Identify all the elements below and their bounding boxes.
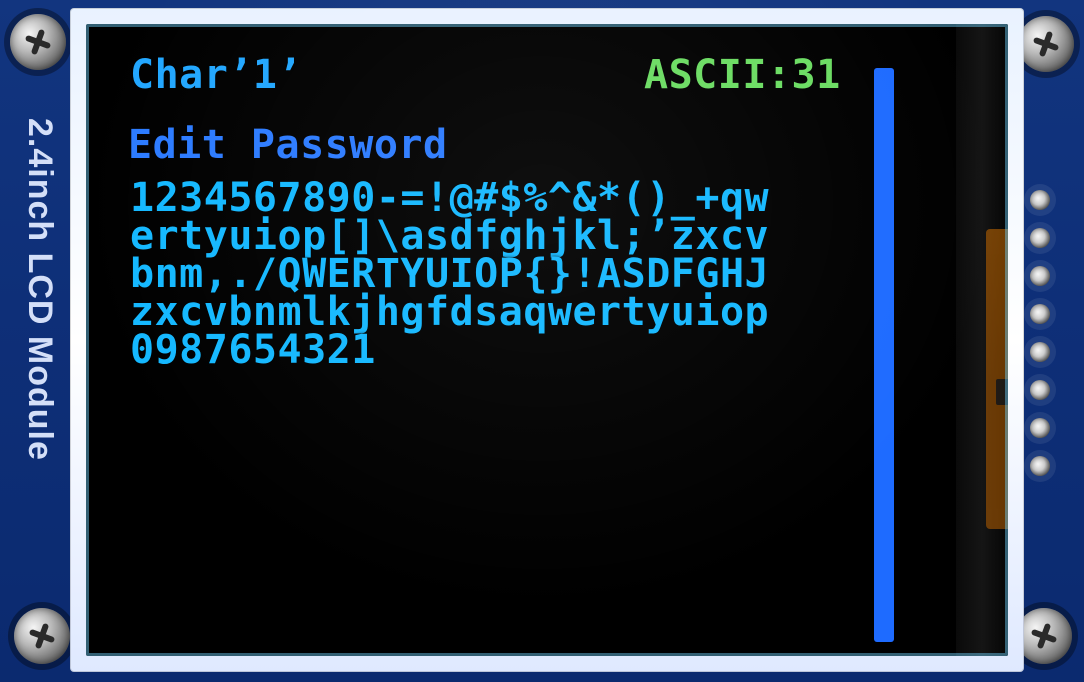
scroll-progress-track	[874, 68, 894, 642]
lcd-display: Char’1’ ASCII:31 Edit Password 123456789…	[86, 24, 1008, 656]
scroll-progress-fill	[874, 68, 894, 642]
screw-icon	[10, 14, 66, 70]
header-pins	[1022, 190, 1058, 500]
pin-icon	[1030, 228, 1050, 248]
pin-icon	[1030, 418, 1050, 438]
pin-icon	[1030, 304, 1050, 324]
pin-icon	[1030, 380, 1050, 400]
screw-icon	[1018, 16, 1074, 72]
screw-icon	[1016, 608, 1072, 664]
pin-icon	[1030, 190, 1050, 210]
pin-icon	[1030, 266, 1050, 286]
edit-password-title: Edit Password	[128, 122, 448, 168]
lcd-module-board: 2.4inch LCD Module Char’1’ ASCII:31 Edit…	[0, 0, 1084, 682]
ascii-indicator: ASCII:31	[644, 52, 841, 98]
char-indicator: Char’1’	[130, 52, 303, 98]
pin-icon	[1030, 456, 1050, 476]
lcd-content-area: Char’1’ ASCII:31 Edit Password 123456789…	[96, 24, 956, 656]
screw-icon	[14, 608, 70, 664]
pin-icon	[1030, 342, 1050, 362]
password-line: 0987654321	[130, 327, 376, 373]
module-side-label: 2.4inch LCD Module	[21, 118, 59, 461]
flex-cable-tab	[986, 229, 1008, 529]
display-frame: Char’1’ ASCII:31 Edit Password 123456789…	[70, 8, 1024, 672]
password-text-block: 1234567890-=!@#$%^&*()_+qw ertyuiop[]\as…	[130, 178, 890, 373]
